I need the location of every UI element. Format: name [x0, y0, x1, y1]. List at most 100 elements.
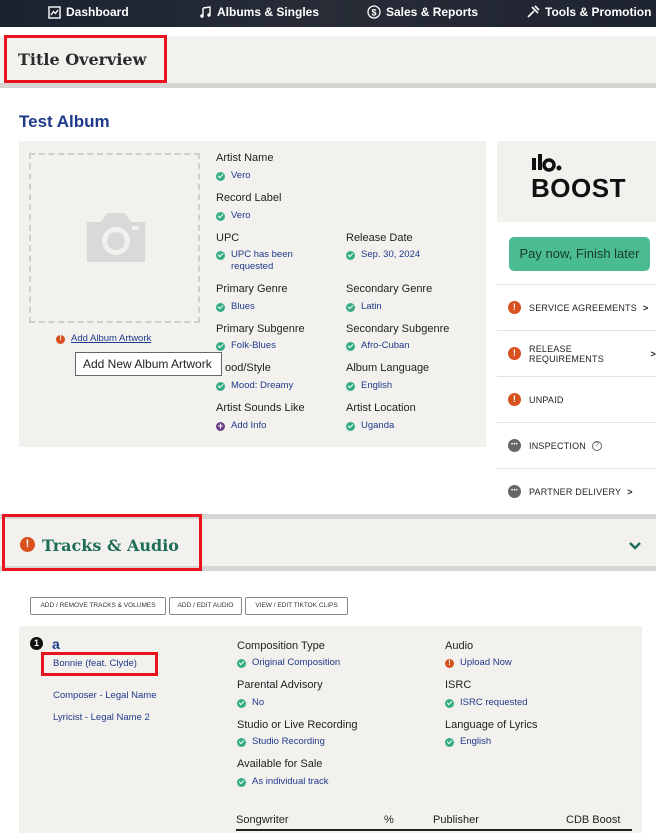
help-icon[interactable]: ?: [592, 440, 603, 451]
add-album-artwork-label: Add Album Artwork: [71, 333, 152, 344]
check-icon: [445, 698, 454, 708]
add-edit-audio-button[interactable]: ADD / EDIT AUDIO: [169, 597, 242, 615]
error-icon: [445, 657, 454, 669]
primary-genre-text: Blues: [231, 301, 255, 312]
secondary-genre-label: Secondary Genre: [346, 283, 433, 295]
status-label: UNPAID: [529, 394, 564, 405]
status-label: PARTNER DELIVERY: [529, 486, 622, 497]
album-language-label: Album Language: [346, 362, 430, 374]
lyrics-language-value[interactable]: English: [445, 736, 491, 748]
isrc-label: ISRC: [445, 679, 472, 691]
audio-label: Audio: [445, 640, 474, 652]
status-partner-delivery[interactable]: PARTNER DELIVERY >: [497, 468, 656, 514]
recording-label: Studio or Live Recording: [237, 719, 358, 731]
artist-name-label: Artist Name: [216, 152, 274, 164]
check-icon: [216, 211, 225, 221]
track-title[interactable]: a: [52, 636, 60, 652]
artist-name-value[interactable]: Vero: [216, 170, 251, 182]
status-service-agreements[interactable]: SERVICE AGREEMENTS >: [497, 284, 656, 330]
secondary-subgenre-text: Afro-Cuban: [361, 340, 410, 351]
add-album-artwork-link[interactable]: Add Album Artwork: [56, 333, 151, 344]
artist-location-value[interactable]: Uganda: [346, 420, 394, 432]
recording-text: Studio Recording: [252, 736, 325, 747]
view-edit-tiktok-button[interactable]: VIEW / EDIT TIKTOK CLIPS: [245, 597, 348, 615]
chevron-right-icon: >: [650, 348, 656, 359]
release-date-value[interactable]: Sep. 30, 2024: [346, 249, 420, 261]
primary-subgenre-label: Primary Subgenre: [216, 323, 305, 335]
nav-sales-label: Sales & Reports: [386, 5, 479, 19]
artist-location-label: Artist Location: [346, 402, 416, 414]
release-date-label: Release Date: [346, 232, 413, 244]
nav-sales[interactable]: $ Sales & Reports: [367, 0, 478, 24]
tracks-section-title: Tracks & Audio: [42, 536, 179, 555]
nav-tools[interactable]: Tools & Promotion: [526, 0, 651, 24]
check-icon: [346, 421, 355, 431]
upc-value[interactable]: UPC has been requested: [216, 249, 316, 273]
mood-label: ood/Style: [225, 362, 271, 374]
pay-now-button[interactable]: Pay now, Finish later: [509, 237, 650, 271]
secondary-genre-value[interactable]: Latin: [346, 301, 382, 313]
chevron-right-icon: >: [642, 302, 649, 313]
status-inspection[interactable]: INSPECTION?: [497, 422, 656, 468]
artist-name-text: Vero: [231, 170, 251, 181]
nav-albums[interactable]: Albums & Singles: [198, 0, 319, 24]
alert-icon: !: [20, 537, 35, 552]
status-unpaid[interactable]: UNPAID: [497, 376, 656, 422]
recording-value[interactable]: Studio Recording: [237, 736, 325, 748]
nav-dashboard-label: Dashboard: [66, 5, 129, 19]
record-label-text: Vero: [231, 210, 251, 221]
boost-brand: BOOST: [531, 173, 626, 203]
mood-value[interactable]: Mood: Dreamy: [216, 380, 293, 392]
nav-dashboard[interactable]: Dashboard: [47, 0, 129, 24]
parental-advisory-value[interactable]: No: [237, 697, 264, 709]
boost-logo-icon: [532, 154, 562, 172]
check-icon: [216, 381, 225, 391]
upc-label: UPC: [216, 232, 240, 244]
primary-genre-value[interactable]: Blues: [216, 301, 255, 313]
primary-subgenre-value[interactable]: Folk-Blues: [216, 340, 276, 352]
album-artwork-placeholder[interactable]: [29, 153, 200, 323]
check-icon: [237, 658, 246, 668]
error-icon: [508, 301, 521, 314]
secondary-genre-text: Latin: [361, 301, 382, 312]
pending-icon: [508, 439, 521, 452]
dashboard-icon: [47, 5, 61, 19]
audio-upload-text: Upload Now: [460, 657, 512, 668]
artwork-tooltip: Add New Album Artwork: [75, 352, 222, 376]
boost-header: BOOST: [497, 141, 656, 222]
chevron-right-icon: >: [627, 486, 633, 497]
composition-type-label: Composition Type: [237, 640, 325, 652]
column-percent: %: [384, 814, 394, 826]
record-label-value[interactable]: Vero: [216, 210, 251, 222]
available-for-sale-value[interactable]: As individual track: [237, 776, 329, 788]
svg-text:$: $: [371, 8, 376, 18]
lyricist-link[interactable]: Lyricist - Legal Name 2: [53, 712, 150, 723]
pending-icon: [508, 485, 521, 498]
status-label: RELEASE REQUIREMENTS: [529, 343, 604, 364]
parental-advisory-text: No: [252, 697, 265, 708]
sounds-like-add-info[interactable]: Add Info: [216, 420, 266, 432]
status-release-requirements[interactable]: RELEASE REQUIREMENTS >: [497, 330, 656, 376]
table-header-divider: [236, 829, 632, 831]
sounds-like-text: Add Info: [231, 420, 267, 431]
album-language-value[interactable]: English: [346, 380, 392, 392]
plus-icon: [216, 420, 225, 432]
mood-text: Mood: Dreamy: [231, 380, 294, 391]
alert-icon: [56, 333, 65, 344]
secondary-subgenre-value[interactable]: Afro-Cuban: [346, 340, 410, 352]
composer-link[interactable]: Composer - Legal Name: [53, 690, 157, 701]
chevron-down-icon[interactable]: [628, 541, 642, 551]
primary-genre-label: Primary Genre: [216, 283, 288, 295]
parental-advisory-label: Parental Advisory: [237, 679, 323, 691]
lyrics-language-text: English: [460, 736, 492, 747]
audio-upload-link[interactable]: Upload Now: [445, 657, 512, 669]
error-icon: [508, 393, 521, 406]
check-icon: [216, 341, 225, 351]
lyrics-language-label: Language of Lyrics: [445, 719, 538, 731]
track-artist-link[interactable]: Bonnie (feat. Clyde): [53, 658, 137, 669]
composition-type-value[interactable]: Original Composition: [237, 657, 340, 669]
isrc-value[interactable]: ISRC requested: [445, 697, 528, 709]
status-label: SERVICE AGREEMENTS: [529, 302, 637, 313]
add-remove-tracks-button[interactable]: ADD / REMOVE TRACKS & VOLUMES: [30, 597, 166, 615]
check-icon: [346, 250, 355, 260]
